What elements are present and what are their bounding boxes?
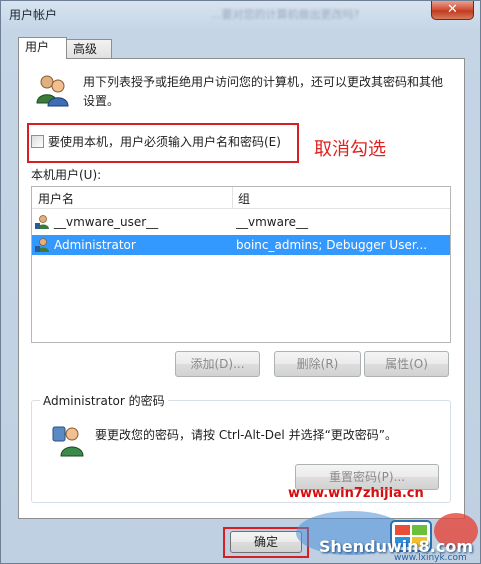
column-divider (232, 187, 233, 209)
close-button[interactable]: ✕ (431, 1, 474, 20)
watermark-url: www.win7zhijia.cn (288, 486, 424, 501)
users-icon (36, 75, 69, 107)
user-icon (35, 238, 49, 252)
tab-advanced-label: 高级 (73, 42, 98, 56)
user-accounts-window: 用户帐户 ...要对您的计算机做出更改吗? ✕ 用户 高级 用下列表授予或拒绝用… (0, 0, 481, 564)
window-title: 用户帐户 (9, 8, 58, 22)
add-user-button[interactable]: 添加(D)... (175, 351, 260, 377)
row-username: __vmware_user__ (54, 215, 159, 229)
row-username: Administrator (54, 238, 136, 252)
annotation-uncheck-note: 取消勾选 (314, 139, 386, 160)
list-header: 用户名 组 (32, 187, 450, 209)
close-icon: ✕ (447, 2, 458, 17)
tab-users[interactable]: 用户 (18, 37, 67, 59)
intro-text: 用下列表授予或拒绝用户访问您的计算机，还可以更改其密码和其他设置。 (83, 75, 444, 108)
row-group: __vmware__ (236, 215, 309, 229)
password-group-text: 要更改您的密码，请按 Ctrl-Alt-Del 并选择“更改密码”。 (95, 428, 398, 442)
title-bar: 用户帐户 ...要对您的计算机做出更改吗? ✕ (1, 1, 480, 27)
delete-user-button[interactable]: 删除(R) (274, 351, 361, 377)
column-header-group[interactable]: 组 (238, 190, 250, 207)
user-password-icon (52, 426, 84, 457)
table-row[interactable]: __vmware_user__ __vmware__ (32, 212, 450, 232)
column-header-username[interactable]: 用户名 (38, 190, 74, 207)
table-row-selected[interactable]: Administrator boinc_admins; Debugger Use… (32, 235, 450, 255)
blurred-title-text: ...要对您的计算机做出更改吗? (211, 8, 360, 21)
properties-button[interactable]: 属性(O) (364, 351, 449, 377)
tab-advanced[interactable]: 高级 (66, 39, 112, 58)
local-users-label: 本机用户(U): (31, 168, 102, 182)
watermark-site-secondary: www.lxinyk.com (394, 553, 467, 563)
user-icon (35, 215, 49, 229)
annotation-highlight-checkbox (27, 123, 299, 163)
tab-users-label: 用户 (25, 40, 50, 54)
local-users-list[interactable]: 用户名 组 __vmware_user__ __vmware__ Adminis… (31, 186, 451, 343)
password-group-title: Administrator 的密码 (40, 392, 168, 409)
row-group: boinc_admins; Debugger User... (236, 238, 428, 252)
